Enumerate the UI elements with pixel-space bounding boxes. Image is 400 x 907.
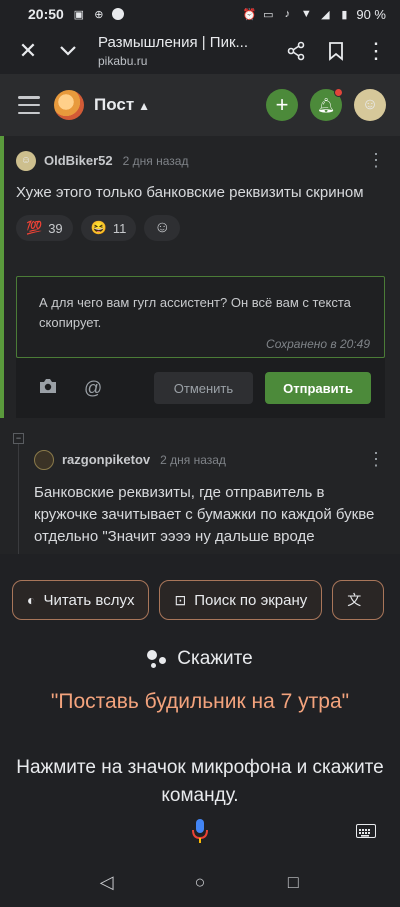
screen-search-icon: ⊡: [174, 591, 187, 608]
chip-label: Поиск по экрану: [194, 591, 308, 609]
battery-icon: ▮: [341, 8, 348, 21]
menu-icon[interactable]: [18, 96, 40, 114]
comment-date: 2 дня назад: [160, 452, 226, 467]
page-title: Размышления | Пик...: [98, 34, 249, 51]
status-time: 20:50: [28, 6, 64, 22]
recents-icon[interactable]: □: [278, 872, 308, 893]
hd-icon: ▭: [263, 8, 274, 21]
comment-text: Хуже этого только банковские реквизиты с…: [16, 184, 364, 201]
reaction-count: 11: [112, 220, 127, 236]
suggestion-text[interactable]: "Поставь будильник на 7 утра": [0, 690, 400, 714]
browser-toolbar: ✕ Размышления | Пик... pikabu.ru ⋮: [0, 28, 400, 74]
hundred-emoji-icon: 💯: [26, 220, 43, 235]
section-title[interactable]: Пост ▲: [94, 95, 150, 115]
send-button[interactable]: Отправить: [265, 372, 371, 404]
mention-icon[interactable]: @: [84, 378, 102, 399]
comment-author[interactable]: razgonpiketov: [62, 452, 150, 467]
section-title-label: Пост: [94, 95, 135, 114]
share-icon[interactable]: [276, 31, 316, 71]
assistant-dots-icon: [147, 648, 171, 670]
comments-area: ☺ OldBiker52 2 дня назад ⋮ Хуже этого то…: [0, 136, 400, 554]
back-icon[interactable]: ◁: [92, 872, 122, 893]
add-reaction-icon[interactable]: ☺: [144, 215, 181, 241]
home-icon[interactable]: ○: [185, 872, 215, 893]
bell-icon: 🔔︎: [317, 96, 335, 113]
image-notification-icon: ▣: [73, 8, 85, 21]
reactions: 💯 39 😆 11 ☺: [16, 215, 386, 241]
prompt-text: Скажите: [177, 648, 253, 669]
read-aloud-icon: ◐: [27, 592, 36, 608]
add-post-button[interactable]: +: [266, 89, 298, 121]
collapse-thread-icon[interactable]: −: [13, 433, 24, 444]
page-url: pikabu.ru: [98, 54, 148, 68]
draft-saved-status: Сохранено в 20:49: [266, 337, 370, 351]
laugh-emoji-icon: 😆: [90, 220, 107, 235]
comment-author[interactable]: OldBiker52: [44, 153, 113, 168]
status-bar: 20:50 ▣ ⊕ ⏰ ▭ ♪ ▼ ◢ ▮ 90 %: [0, 0, 400, 28]
app-notification-icon: [111, 8, 124, 20]
reaction-laugh[interactable]: 😆 11: [80, 215, 137, 241]
reaction-hundred[interactable]: 💯 39: [16, 215, 73, 241]
assistant-panel: ◐ Читать вслух ⊡ Поиск по экрану 文 Скажи…: [0, 568, 400, 858]
chevron-down-icon[interactable]: [48, 31, 88, 71]
site-header: Пост ▲ + 🔔︎ ☺: [0, 74, 400, 136]
alarm-icon: ⏰: [242, 8, 257, 21]
translate-icon: 文: [347, 592, 362, 608]
page-title-block[interactable]: Размышления | Пик... pikabu.ru: [98, 34, 276, 68]
signal-icon: ◢: [321, 8, 330, 21]
close-icon[interactable]: ✕: [8, 31, 48, 71]
more-vert-icon[interactable]: ⋮: [366, 150, 386, 171]
chevron-up-icon: ▲: [138, 99, 151, 113]
assistant-chips: ◐ Читать вслух ⊡ Поиск по экрану 文: [12, 580, 385, 620]
camera-icon[interactable]: [38, 378, 58, 399]
comment: ☺ OldBiker52 2 дня назад ⋮ Хуже этого то…: [16, 150, 386, 241]
screen-search-chip[interactable]: ⊡ Поиск по экрану: [159, 580, 323, 620]
more-vert-icon[interactable]: ⋮: [366, 449, 386, 470]
cancel-button[interactable]: Отменить: [153, 372, 254, 404]
assistant-prompt: Скажите: [0, 648, 400, 670]
avatar[interactable]: ☺: [16, 150, 36, 171]
active-comment-rail: [0, 136, 4, 418]
reply-input[interactable]: А для чего вам гугл ассистент? Он всё ва…: [16, 276, 385, 358]
comment-text: Банковские реквизиты, где отправитель в …: [34, 484, 375, 545]
more-vert-icon[interactable]: ⋮: [356, 31, 396, 71]
keyboard-icon[interactable]: [356, 824, 376, 838]
comment: razgonpiketov 2 дня назад ⋮ Банковские р…: [34, 449, 386, 548]
chip-label: Читать вслух: [43, 591, 135, 609]
comment-date: 2 дня назад: [122, 153, 189, 168]
thread-line: [18, 436, 19, 554]
translate-chip[interactable]: 文: [332, 580, 385, 620]
gamepad-icon: ⊕: [94, 8, 104, 21]
notifications-button[interactable]: 🔔︎: [310, 88, 343, 121]
bookmark-icon[interactable]: [316, 31, 356, 71]
reaction-count: 39: [48, 220, 63, 236]
pikabu-logo[interactable]: [54, 90, 84, 120]
avatar[interactable]: [34, 449, 54, 470]
notification-badge: [334, 88, 343, 97]
system-nav-bar: ◁ ○ □: [0, 858, 400, 907]
hint-text: Нажмите на значок микрофона и скажите ко…: [16, 757, 384, 806]
mute-icon: ♪: [284, 8, 291, 20]
read-aloud-chip[interactable]: ◐ Читать вслух: [12, 580, 150, 620]
battery-level: 90 %: [356, 6, 386, 22]
reply-text: А для чего вам гугл ассистент? Он всё ва…: [39, 295, 351, 330]
microphone-icon[interactable]: [192, 818, 208, 844]
user-avatar[interactable]: ☺: [354, 89, 386, 121]
wifi-icon: ▼: [300, 8, 312, 20]
reply-toolbar: @ Отменить Отправить: [16, 358, 385, 418]
